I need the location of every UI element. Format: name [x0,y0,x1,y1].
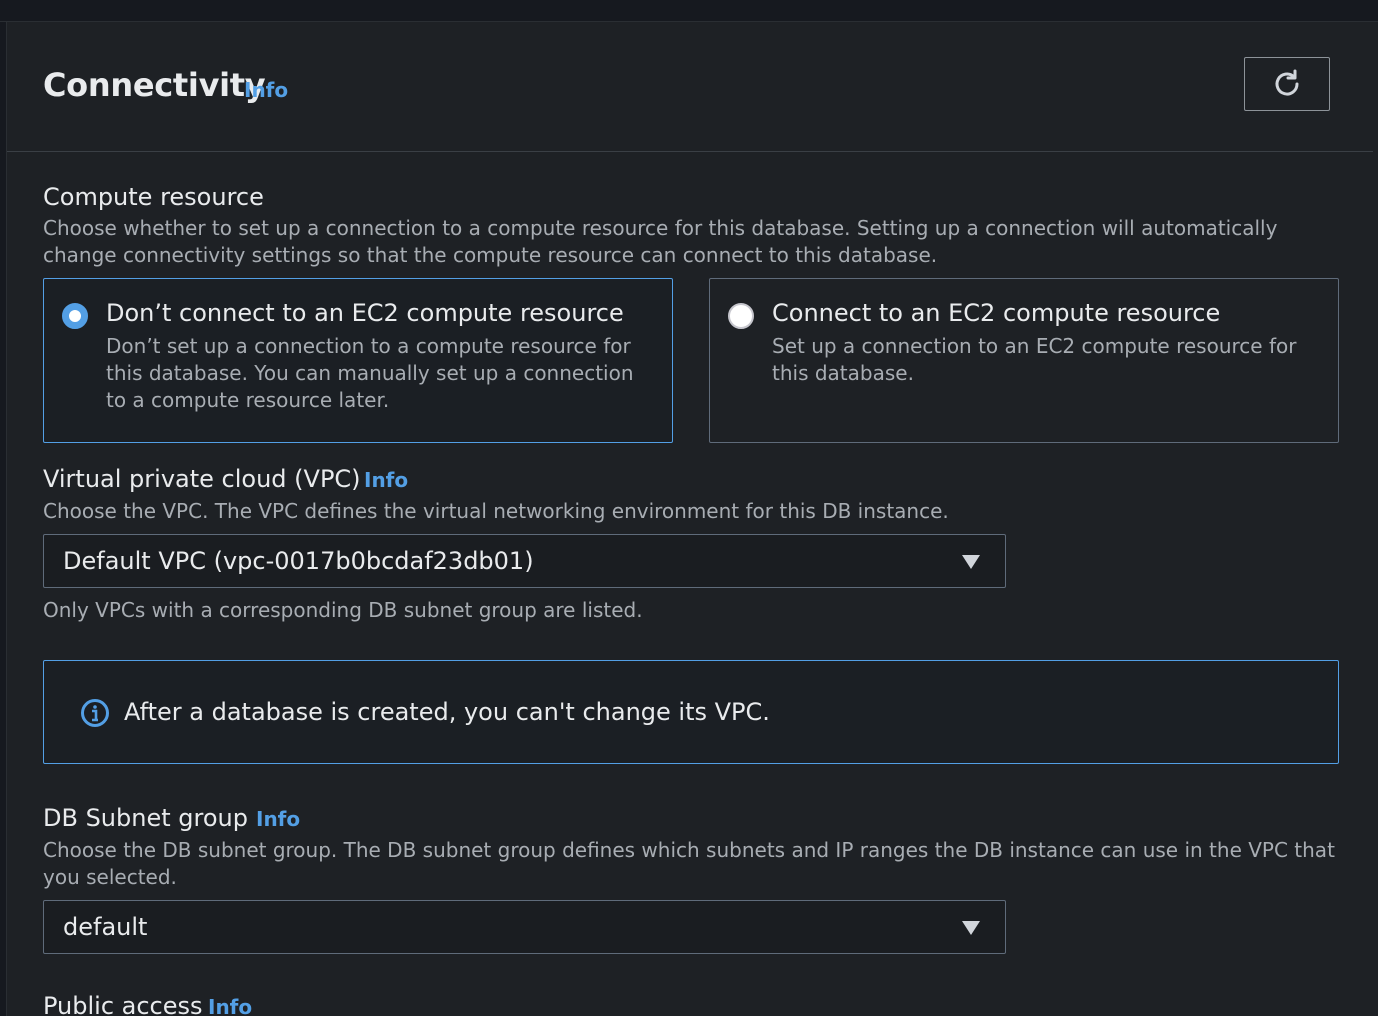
subnet-info-link[interactable]: Info [256,807,300,831]
tile-connect-ec2[interactable]: Connect to an EC2 compute resource Set u… [709,278,1339,443]
vpc-info-alert: After a database is created, you can't c… [43,660,1339,764]
panel-header: Connectivity Info [7,22,1373,152]
vpc-select-value: Default VPC (vpc-0017b0bcdaf23db01) [63,547,534,575]
vpc-label: Virtual private cloud (VPC) [43,465,361,493]
refresh-button[interactable] [1244,57,1330,111]
tile-description: Set up a connection to an EC2 compute re… [772,334,1297,385]
subnet-group-label: DB Subnet group [43,804,248,832]
subnet-group-description: Choose the DB subnet group. The DB subne… [43,838,1335,889]
vpc-select[interactable]: Default VPC (vpc-0017b0bcdaf23db01) [43,534,1006,588]
tile-dont-connect-ec2[interactable]: Don’t connect to an EC2 compute resource… [43,278,673,443]
subnet-group-select[interactable]: default [43,900,1006,954]
caret-down-icon [962,921,980,935]
top-bar [0,0,1378,22]
page-title: Connectivity [43,66,266,104]
tile-description: Don’t set up a connection to a compute r… [106,334,634,412]
vpc-info-link[interactable]: Info [364,468,408,492]
refresh-icon [1275,69,1299,96]
tile-title: Don’t connect to an EC2 compute resource [106,299,624,327]
info-circle-icon [81,699,109,727]
subnet-select-value: default [63,913,148,941]
public-access-info-link[interactable]: Info [208,995,252,1016]
connectivity-info-link[interactable]: Info [244,78,288,102]
alert-text: After a database is created, you can't c… [124,698,770,726]
tile-title: Connect to an EC2 compute resource [772,299,1221,327]
compute-resource-label: Compute resource [43,183,264,211]
compute-resource-description: Choose whether to set up a connection to… [43,216,1278,267]
public-access-label: Public access [43,992,203,1016]
vpc-description: Choose the VPC. The VPC defines the virt… [43,499,949,523]
caret-down-icon [962,555,980,569]
radio-connect[interactable] [728,303,754,329]
radio-dont-connect[interactable] [62,303,88,329]
vpc-hint: Only VPCs with a corresponding DB subnet… [43,598,643,622]
connectivity-panel: Connectivity Info Compute resource Choos… [6,22,1378,1016]
